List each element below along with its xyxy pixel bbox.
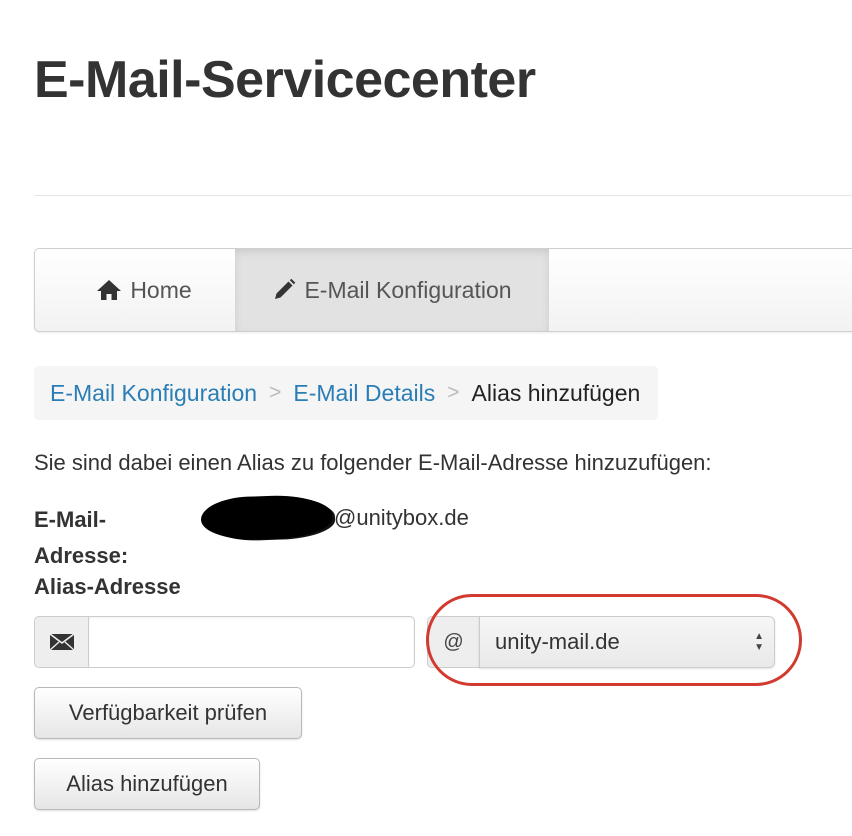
nav-item-email-konfiguration-label: E-Mail Konfiguration <box>304 276 512 303</box>
alias-address-label: Alias-Adresse <box>34 574 181 599</box>
redaction-scribble <box>203 494 333 542</box>
at-symbol: @ <box>427 616 479 668</box>
domain-select[interactable]: unity-mail.de ▲ ▼ <box>479 616 775 668</box>
home-icon <box>96 279 122 301</box>
intro-text: Sie sind dabei einen Alias zu folgender … <box>34 450 712 475</box>
select-updown-icon: ▲ ▼ <box>754 631 764 653</box>
domain-input-group: @ unity-mail.de ▲ ▼ <box>427 616 775 668</box>
alias-input[interactable] <box>88 616 415 668</box>
page-title: E-Mail-Servicecenter <box>34 51 536 109</box>
email-address-label-line2: Adresse: <box>34 543 129 568</box>
breadcrumb-link-email-konfiguration[interactable]: E-Mail Konfiguration <box>50 380 257 407</box>
alias-input-group <box>34 616 415 668</box>
pencil-icon <box>272 278 296 302</box>
page: E-Mail-Servicecenter Home E-Mail Konfigu… <box>0 0 852 836</box>
email-address-domain: @unitybox.de <box>334 505 469 530</box>
title-divider <box>34 195 852 196</box>
nav-item-email-konfiguration[interactable]: E-Mail Konfiguration <box>235 249 549 331</box>
email-address-label: E-Mail- Adresse: <box>34 502 154 574</box>
add-alias-button[interactable]: Alias hinzufügen <box>34 758 260 810</box>
check-availability-button[interactable]: Verfügbarkeit prüfen <box>34 687 302 739</box>
navbar: Home E-Mail Konfiguration <box>34 248 852 332</box>
envelope-icon <box>34 616 88 668</box>
breadcrumb-separator: > <box>269 381 282 404</box>
nav-item-home-label: Home <box>130 276 192 303</box>
breadcrumb-separator: > <box>447 381 460 404</box>
email-address-value: @unitybox.de <box>203 494 469 542</box>
breadcrumb-link-email-details[interactable]: E-Mail Details <box>293 380 435 407</box>
email-address-label-line1: E-Mail- <box>34 507 107 532</box>
nav-item-home[interactable]: Home <box>35 249 235 331</box>
breadcrumb-current: Alias hinzufügen <box>471 379 641 406</box>
domain-select-value: unity-mail.de <box>495 629 620 654</box>
breadcrumb: E-Mail Konfiguration > E-Mail Details > … <box>34 366 659 420</box>
